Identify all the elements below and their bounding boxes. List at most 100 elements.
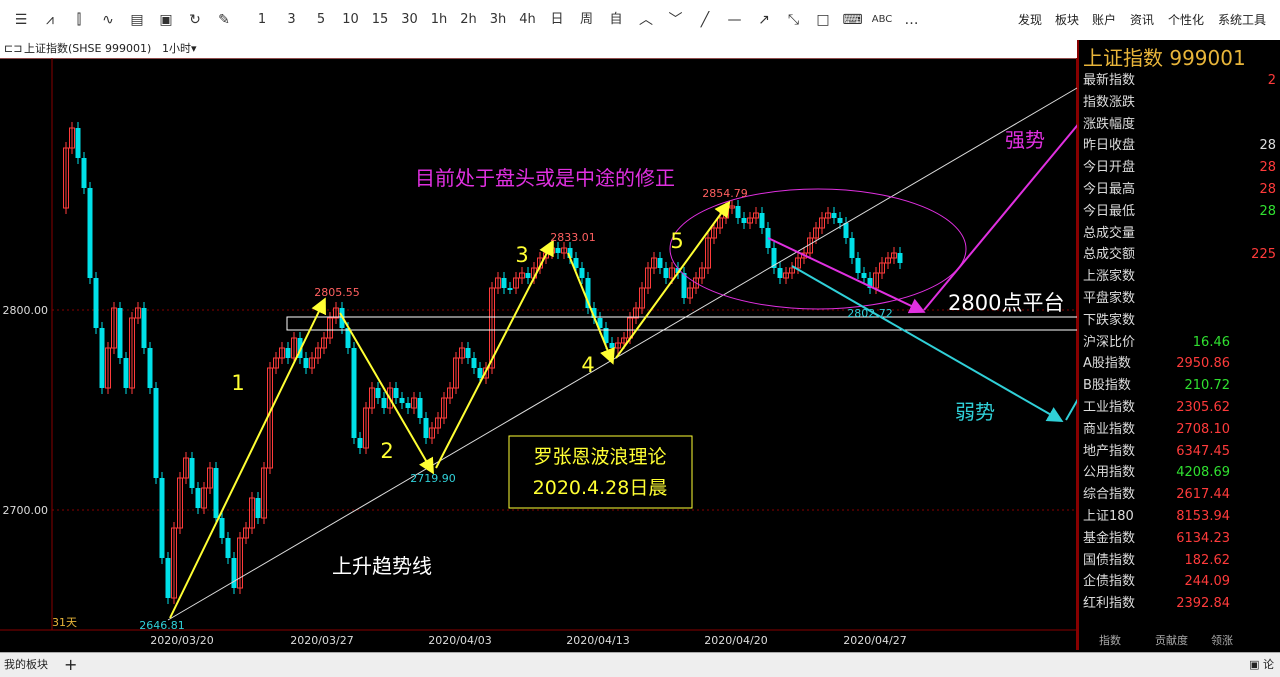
platform-annotation: 2800点平台 [948, 291, 1064, 315]
period-5[interactable]: 30 [398, 10, 422, 30]
quote-label: 最新指数 [1083, 73, 1136, 88]
quote-tab-0[interactable]: 指数 [1099, 632, 1121, 648]
bottom-bar: 我的板块 + ▣ 论 [0, 652, 1280, 677]
quote-label: 基金指数 [1083, 530, 1136, 546]
candle-body [465, 348, 471, 358]
ray-icon[interactable]: ↗ [752, 10, 776, 30]
quote-panel: 上证指数 999001 最新指数 2 指数涨跌 涨跌幅度 昨日收盘 28 今日开盘 28 今日最… [1077, 40, 1280, 650]
quote-label: 综合指数 [1083, 487, 1136, 503]
quote-value: 28 [1259, 182, 1276, 197]
period-0[interactable]: 1 [250, 10, 274, 30]
period-7[interactable]: 2h [457, 10, 481, 30]
top-ellipse [669, 188, 967, 310]
quote-row: 今日最低 28 [1083, 201, 1278, 223]
keyboard-icon[interactable]: ⌨ [841, 10, 865, 30]
toolbar: ☰ ⩘ ⫿ ∿ ▤ ▣ ↻ ✎ 1 3 5 10 15 30 1h 2h 3h 4h 日周自 ︿ ﹀ ╱ — ↗ ⤡ □ ⌨ AB… [0, 0, 1280, 41]
period-11[interactable]: 周 [575, 10, 599, 30]
up-icon[interactable]: ︿ [634, 10, 658, 30]
x-tick-label: 2020/03/20 [150, 634, 213, 647]
quote-value: 2392.84 [1176, 596, 1230, 612]
panel-icon[interactable]: ▤ [126, 10, 148, 30]
quote-label: 红利指数 [1083, 596, 1136, 612]
symbol-label: 上证指数(SHSE 999001) [24, 42, 152, 55]
candle-body [837, 218, 843, 223]
quote-label: 沪深比价 [1083, 334, 1136, 350]
period-3[interactable]: 10 [339, 10, 363, 30]
headline-annotation: 目前处于盘头或是中途的修正 [415, 166, 675, 190]
period-12[interactable]: 自 [604, 10, 628, 30]
y-tick-label: 2800.00 [3, 304, 49, 317]
trend-icon[interactable]: ⤡ [782, 10, 806, 30]
candle-body [303, 358, 309, 368]
candle-body [393, 388, 399, 398]
quote-row: 国债指数 182.62 [1083, 550, 1278, 572]
candle-body [123, 358, 129, 388]
tool-8[interactable]: ABC [870, 10, 894, 30]
period-6[interactable]: 1h [427, 10, 451, 30]
candle-body [87, 188, 93, 278]
period-8[interactable]: 3h [486, 10, 510, 30]
quote-label: B股指数 [1083, 378, 1131, 394]
candle-body [681, 273, 687, 298]
candle-body [843, 223, 849, 238]
quote-value: 28 [1259, 138, 1276, 154]
refresh-icon[interactable]: ↻ [184, 10, 206, 30]
candle-body [417, 398, 423, 418]
indicator-icon[interactable]: ∿ [97, 10, 119, 30]
quote-row: 企债指数 244.09 [1083, 571, 1278, 593]
correction-arrow [767, 237, 926, 314]
quote-row: 公用指数 4208.69 [1083, 462, 1278, 484]
menu-item-0[interactable]: 发现 [1018, 10, 1042, 30]
period-10[interactable]: 日 [545, 10, 569, 30]
tool-9[interactable]: … [900, 10, 924, 30]
kline-chart-canvas[interactable]: 2800.00 2700.00 2020/03/20 2020/03/27 2020/… [0, 57, 1275, 650]
candle-body [399, 398, 405, 403]
wave-number-1: 1 [231, 371, 244, 395]
strong-annotation: 强势 [1005, 128, 1045, 152]
period-9[interactable]: 4h [516, 10, 540, 30]
menu-item-5[interactable]: 系统工具 [1218, 10, 1266, 30]
quote-label: 昨日收盘 [1083, 138, 1136, 154]
candle-body [357, 438, 363, 448]
menu-item-3[interactable]: 资讯 [1130, 10, 1154, 30]
menu-item-4[interactable]: 个性化 [1168, 10, 1204, 30]
candle-icon[interactable]: ⫿ [68, 10, 90, 30]
quote-row: 涨跌幅度 [1083, 114, 1278, 136]
list-icon[interactable]: ☰ [10, 10, 32, 30]
quote-label: 工业指数 [1083, 400, 1136, 415]
candle-body [231, 558, 237, 588]
quote-tab-1[interactable]: 贡献度 [1155, 632, 1188, 648]
chart-type-icon[interactable]: ⊏⊐ [4, 40, 22, 58]
forum-button[interactable]: ▣ 论 [1249, 653, 1274, 677]
y-tick-label: 2700.00 [3, 504, 49, 517]
period-dropdown[interactable]: 1小时▾ [162, 40, 197, 58]
period-1[interactable]: 3 [280, 10, 304, 30]
h-line-icon[interactable]: — [723, 10, 747, 30]
save-icon[interactable]: ▣ [155, 10, 177, 30]
quote-row: 总成交量 [1083, 223, 1278, 245]
add-tab-button[interactable]: + [64, 653, 77, 677]
quote-label: 今日最高 [1083, 182, 1136, 197]
period-4[interactable]: 15 [368, 10, 392, 30]
quote-row: 今日最高 28 [1083, 179, 1278, 201]
candle-body [375, 388, 381, 398]
days-label: 31天 [52, 616, 77, 629]
draw-icon[interactable]: ✎ [213, 10, 235, 30]
quote-tab-2[interactable]: 领涨 [1211, 632, 1233, 648]
x-tick-label: 2020/04/20 [704, 634, 767, 647]
quote-tabs: 指数 贡献度 领涨 [1079, 630, 1280, 650]
rect-icon[interactable]: □ [811, 10, 835, 30]
quote-row: 下跌家数 [1083, 310, 1278, 332]
menu-item-2[interactable]: 账户 [1092, 10, 1116, 30]
line-chart-icon[interactable]: ⩘ [39, 10, 61, 30]
quote-value: 225 [1251, 247, 1276, 263]
line-icon[interactable]: ╱ [693, 10, 717, 30]
kline-chart[interactable]: 2800.00 2700.00 2020/03/20 2020/03/27 2020/… [0, 57, 1275, 650]
quote-row: 昨日收盘 28 [1083, 135, 1278, 157]
down-icon[interactable]: ﹀ [664, 10, 688, 30]
price-label-low5: 2802.72 [847, 307, 893, 320]
quote-value: 16.46 [1192, 334, 1230, 350]
period-2[interactable]: 5 [309, 10, 333, 30]
my-sector-tab[interactable]: 我的板块 [4, 653, 48, 677]
menu-item-1[interactable]: 板块 [1055, 10, 1079, 30]
